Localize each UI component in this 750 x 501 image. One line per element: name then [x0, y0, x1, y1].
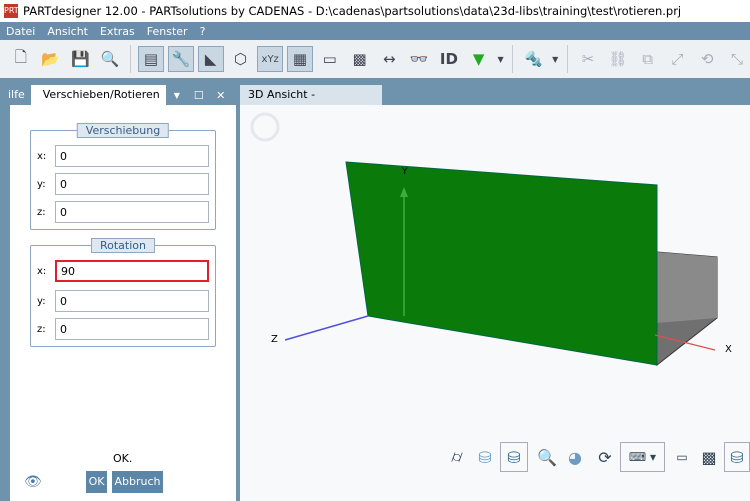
measure-icon[interactable]: ↔	[376, 46, 402, 72]
dropdown-icon[interactable]: ▼	[166, 91, 188, 100]
navigation-cube-icon	[250, 112, 280, 142]
3d-viewport[interactable]: Y Z X ⌭ ⛁ ⛁ 🔍 ◕ ⟳ ⌨ ▾ ▭ ▩ ⛁	[240, 105, 750, 501]
shaded-edges-cylinder-icon[interactable]: ⛁	[500, 442, 528, 472]
y-label: y:	[37, 295, 46, 307]
window-title: PARTdesigner 12.00 - PARTsolutions by CA…	[23, 4, 682, 18]
transparency-icon[interactable]: ◕	[564, 442, 586, 472]
rotate-x-input[interactable]	[55, 260, 209, 282]
group-label: Verschiebung	[76, 123, 170, 138]
measure-dropdown[interactable]: ⌨ ▾	[620, 442, 665, 472]
rotate-z-row: z:	[37, 318, 209, 340]
green-part	[345, 161, 658, 366]
translate-z-row: z:	[37, 201, 209, 223]
copy-icon[interactable]: ⧉	[635, 46, 661, 72]
rotate-x-row: x:	[31, 260, 209, 282]
rotate-y-row: y:	[37, 290, 209, 312]
z-axis	[284, 315, 369, 341]
separator	[567, 45, 569, 73]
open-folder-icon[interactable]: 📂	[38, 46, 64, 72]
zoom-fit-icon[interactable]: 🔍	[536, 442, 558, 472]
rotate-icon[interactable]: ⟲	[694, 46, 720, 72]
tools-icon[interactable]: ✂	[575, 46, 601, 72]
maximize-icon[interactable]: ☐	[188, 89, 210, 102]
translate-y-row: y:	[37, 173, 209, 195]
title-bar: PRT PARTdesigner 12.00 - PARTsolutions b…	[0, 0, 750, 22]
wireframe-cylinder-icon[interactable]: ⌭	[446, 442, 468, 472]
translate-x-input[interactable]	[55, 145, 209, 167]
separator	[512, 45, 514, 73]
eye-icon[interactable]: 👁	[24, 474, 42, 490]
texture-icon[interactable]: ▩	[347, 46, 373, 72]
save-icon[interactable]: 💾	[68, 46, 94, 72]
transform-panel: Verschiebung x: y: z: Rotation x: y: z:	[8, 105, 236, 501]
verschiebung-group: Verschiebung x: y: z:	[30, 123, 216, 230]
rotate-animation-icon[interactable]: ⟳	[594, 442, 616, 472]
tab-verschieben-rotieren[interactable]: Verschieben/Rotieren	[30, 85, 166, 105]
triangle-dropdown-icon[interactable]: ▼	[466, 46, 492, 72]
id-icon[interactable]: ID	[436, 46, 462, 72]
panel-tab-bar: ilfe Verschieben/Rotieren ▼ ☐ ✕	[0, 85, 236, 105]
search-icon[interactable]: 🔍	[97, 46, 123, 72]
group-label: Rotation	[90, 238, 156, 253]
toolbar: 🗋 📂 💾 🔍 ▤ 🔧 ◣ ⬡ xYz ▦ ▭ ▩ ↔ 👓 ID ▼ ▼ 🔩 ▼…	[0, 40, 750, 78]
ruler-icon[interactable]: ▭	[670, 442, 694, 472]
wrench-window-icon[interactable]: 🔧	[167, 46, 194, 72]
rotation-group: Rotation x: y: z:	[30, 238, 216, 347]
translate-y-input[interactable]	[55, 173, 209, 195]
menu-bar: Datei Ansicht Extras Fenster ?	[0, 22, 750, 40]
menu-extras[interactable]: Extras	[94, 25, 141, 38]
rotate-y-input[interactable]	[55, 290, 209, 312]
status-text: OK.	[113, 452, 133, 465]
new-file-icon[interactable]: 🗋	[8, 46, 34, 72]
mesh-icon[interactable]: ▩	[698, 442, 720, 472]
ok-button[interactable]: OK	[86, 471, 107, 493]
fit-icon[interactable]: ⤢	[665, 46, 691, 72]
transform-icon[interactable]: ⤡	[724, 46, 750, 72]
component-icon[interactable]: ▭	[317, 46, 343, 72]
y-axis-label: Y	[402, 167, 408, 177]
menu-datei[interactable]: Datei	[0, 25, 41, 38]
grey-box	[657, 252, 717, 323]
x-label: x:	[37, 265, 47, 277]
menu-ansicht[interactable]: Ansicht	[41, 25, 94, 38]
rotate-z-input[interactable]	[55, 318, 209, 340]
chevron-down-icon[interactable]: ▼	[496, 46, 506, 72]
cancel-button[interactable]: Abbruch	[112, 471, 163, 493]
tab-hilfe[interactable]: ilfe	[0, 85, 31, 105]
link-icon[interactable]: ⛓	[605, 46, 631, 72]
menu-fenster[interactable]: Fenster	[141, 25, 194, 38]
x-label: x:	[37, 150, 47, 162]
tab-3d-view[interactable]: 3D Ansicht - rotieren.3db	[240, 85, 382, 121]
x-axis-label: X	[725, 344, 732, 355]
app-icon: PRT	[4, 4, 19, 18]
export-bolt-icon[interactable]: 🔩	[520, 46, 546, 72]
z-label: z:	[37, 206, 46, 218]
chevron-down-icon[interactable]: ▼	[550, 46, 560, 72]
shaded-cylinder-icon[interactable]: ⛁	[474, 442, 496, 472]
separator	[130, 45, 132, 73]
z-label: z:	[37, 323, 46, 335]
xyz-window-icon[interactable]: xYz	[257, 46, 284, 72]
box-window-icon[interactable]: ⬡	[228, 46, 254, 72]
z-axis-label: Z	[271, 334, 278, 345]
translate-x-row: x:	[37, 145, 209, 167]
bolt-window-icon[interactable]: ◣	[197, 46, 224, 72]
close-icon[interactable]: ✕	[210, 89, 232, 102]
sketch-window-icon[interactable]: ▤	[138, 46, 164, 72]
dimension-cylinder-icon[interactable]: ⛁	[724, 442, 750, 472]
translate-z-input[interactable]	[55, 201, 209, 223]
menu-help[interactable]: ?	[194, 25, 212, 38]
table-window-icon[interactable]: ▦	[287, 46, 313, 72]
glasses-icon[interactable]: 👓	[406, 46, 432, 72]
y-label: y:	[37, 178, 46, 190]
